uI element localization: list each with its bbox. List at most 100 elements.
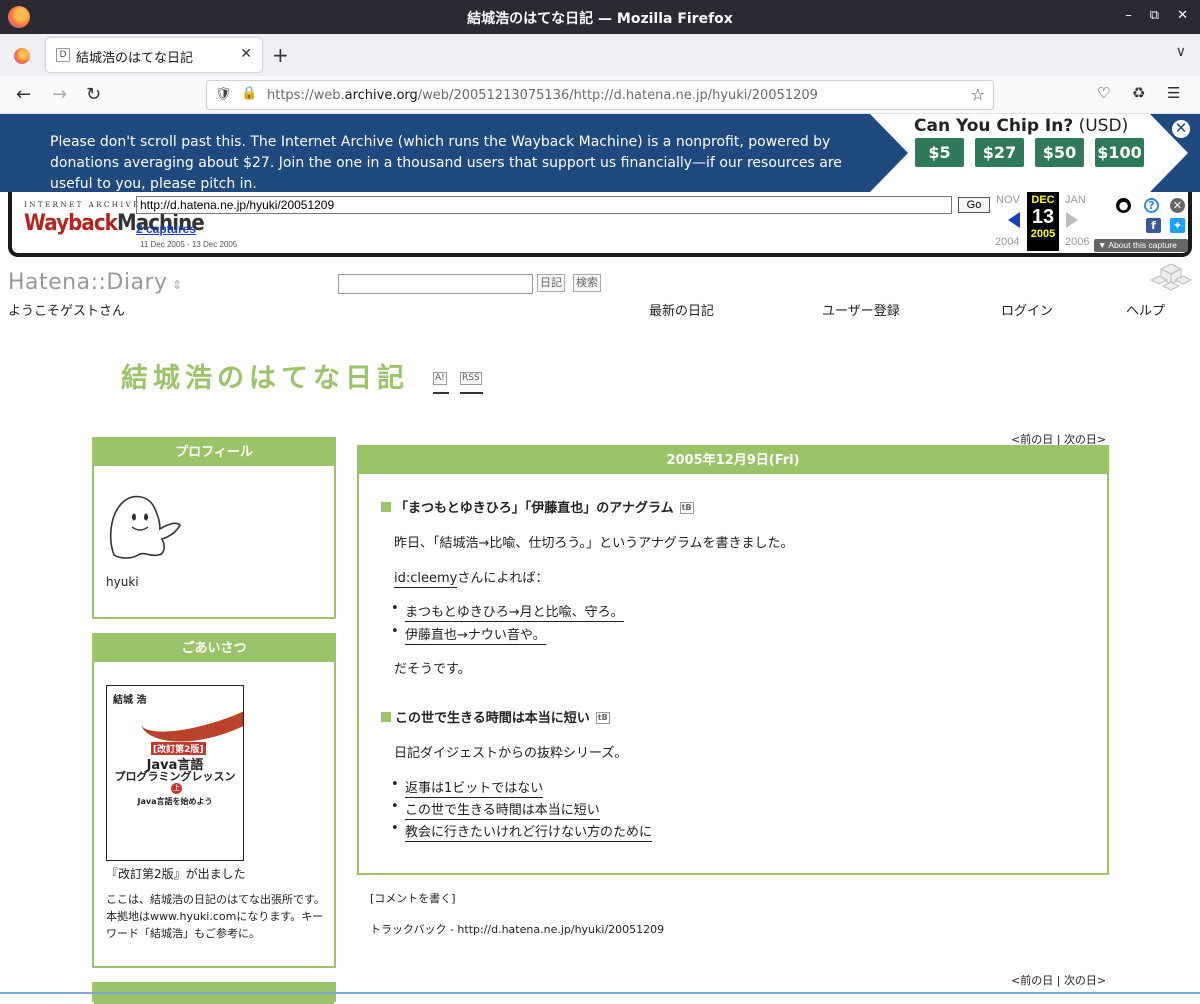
close-toolbar-icon[interactable]: ✕ [1170, 198, 1185, 213]
profile-ghost-icon[interactable] [106, 489, 184, 563]
greeting-header: ごあいさつ [94, 635, 334, 662]
capture-range: 11 Dec 2005 - 13 Dec 2005 [140, 240, 238, 249]
prev-capture-arrow-icon[interactable] [1008, 212, 1020, 228]
navigation-bar: ← → ↻ 🛡 🔒 https://web.archive.org/web/20… [0, 76, 1200, 114]
next-year: 2006 [1065, 236, 1090, 248]
list-item: 返事は1ビットではない [391, 777, 544, 798]
section-square-icon[interactable] [381, 502, 391, 512]
search-input[interactable] [338, 274, 533, 294]
firefox-icon [14, 48, 30, 64]
donation-banner: Please don't scroll past this. The Inter… [0, 114, 1200, 192]
prev-year[interactable]: 2004 [995, 236, 1019, 248]
back-arrow-icon[interactable]: ← [16, 84, 31, 105]
current-capture-date: DEC 13 2005 [1027, 192, 1059, 251]
list-item: まつもとゆきひろ→月と比喩、守ろ。 [391, 601, 624, 622]
window-controls: – ⧉ ✕ [1125, 8, 1188, 23]
chevron-updown-icon: ⇕ [167, 278, 183, 292]
antenna-button[interactable]: A! [433, 372, 447, 385]
menu-icon[interactable]: ☰ [1167, 84, 1180, 102]
donate-5-button[interactable]: $5 [915, 138, 964, 167]
shield-icon[interactable]: 🛡 [215, 87, 232, 102]
diary-search-button[interactable]: 日記 [537, 274, 565, 292]
help-icon[interactable]: ? [1144, 198, 1159, 213]
pinned-tab[interactable] [8, 42, 36, 70]
entry-date[interactable]: 2005年12月9日(Fri) [359, 447, 1107, 474]
profile-box: プロフィール hyuki [92, 437, 336, 619]
restore-icon[interactable]: ⧉ [1150, 8, 1159, 23]
tab-close-icon[interactable]: ✕ [240, 46, 252, 62]
wayback-go-button[interactable]: Go [958, 197, 990, 213]
section1-paragraph3: だそうです。 [394, 662, 471, 677]
window-title: 結城浩のはてな日記 — Mozilla Firefox [467, 11, 733, 27]
rss-button[interactable]: RSS [460, 372, 482, 385]
list-item: 教会に行きたいけれど行けない方のために [391, 821, 653, 842]
twitter-icon[interactable]: ✦ [1170, 218, 1185, 233]
lock-icon[interactable]: 🔒 [241, 86, 257, 101]
hatena-diary-logo[interactable]: Hatena::Diary ⇕ [8, 270, 182, 295]
book-caption: 『改訂第2版』が出ました [106, 867, 246, 881]
donate-27-button[interactable]: $27 [975, 138, 1024, 167]
tab-list-chevron-icon[interactable]: ∨ [1176, 44, 1186, 60]
section2-paragraph: 日記ダイジェストからの抜粋シリーズ。 [394, 746, 628, 761]
donate-100-button[interactable]: $100 [1095, 138, 1144, 167]
wayback-logo-top: INTERNET ARCHIVE [24, 201, 141, 209]
minimize-icon[interactable]: – [1125, 8, 1132, 23]
user-icon[interactable]: ● [1116, 198, 1131, 213]
nav-login[interactable]: ログイン [1001, 300, 1053, 319]
greeting-text-body: ここは、結城浩の日記のはてな出張所です。本拠地はwww.hyuki.comになり… [106, 893, 325, 940]
tab-bar: D 結城浩のはてな日記 ✕ + ∨ [0, 34, 1200, 76]
bookmark-star-icon[interactable]: ☆ [971, 85, 985, 104]
extensions-icon[interactable]: ♻ [1132, 84, 1145, 102]
donation-message: Please don't scroll past this. The Inter… [50, 134, 842, 192]
favicon-icon: D [56, 48, 70, 62]
section2-title: この世で生きる時間は本当に短い tB [381, 707, 610, 726]
search-button[interactable]: 検索 [573, 274, 601, 292]
tab-label: 結城浩のはてな日記 [76, 51, 194, 66]
profile-header: プロフィール [94, 439, 334, 466]
prev-day-link[interactable]: <前の日 [1011, 974, 1053, 987]
hatena-bookmark-icon[interactable]: tB [679, 502, 694, 514]
list-item: この世で生きる時間は本当に短い [391, 799, 600, 820]
greeting-box: ごあいさつ 結城 浩 [改訂第2版] Java言語 プログラミングレッスン 上 … [92, 633, 336, 968]
comment-link[interactable]: [コメントを書く] [370, 890, 456, 906]
section1-paragraph2: id:cleemyさんによれば： [394, 571, 549, 588]
url-text[interactable]: https://web.archive.org/web/200512130751… [267, 88, 818, 103]
profile-username[interactable]: hyuki [106, 575, 139, 589]
next-capture-arrow-icon [1066, 212, 1078, 228]
diary-entry: 2005年12月9日(Fri) 「まつもとゆきひろ」「伊藤直也」のアナグラム tB… [357, 445, 1109, 875]
next-day-link[interactable]: 次の日> [1064, 974, 1106, 987]
section1-title: 「まつもとゆきひろ」「伊藤直也」のアナグラム tB [381, 497, 694, 516]
hatena-cubes-icon [1150, 263, 1192, 291]
next-month: JAN [1065, 194, 1086, 206]
list-item: 伊藤直也→ナウい音や。 [391, 624, 546, 645]
diary-title[interactable]: 結城浩のはてな日記 [121, 356, 409, 395]
tab-active[interactable]: D 結城浩のはてな日記 ✕ [46, 38, 262, 72]
new-tab-icon[interactable]: + [272, 43, 289, 67]
url-bar[interactable]: 🛡 🔒 https://web.archive.org/web/20051213… [206, 80, 994, 110]
section-square-icon[interactable] [381, 712, 391, 722]
about-capture-button[interactable]: ▼ About this capture [1094, 239, 1188, 252]
day-navigation-bottom: <前の日 | 次の日> [1011, 974, 1107, 987]
nav-register[interactable]: ユーザー登録 [822, 300, 900, 319]
donation-heading: Can You Chip In? (USD) [914, 116, 1129, 136]
window-titlebar: 結城浩のはてな日記 — Mozilla Firefox – ⧉ ✕ [0, 0, 1200, 34]
cleemy-link[interactable]: id:cleemy [394, 571, 458, 588]
prev-month[interactable]: NOV [996, 194, 1020, 206]
wayback-url-input[interactable]: http://d.hatena.ne.jp/hyuki/20051209 [136, 196, 952, 214]
banner-close-icon[interactable]: ✕ [1170, 118, 1192, 140]
book-cover-image[interactable]: 結城 浩 [改訂第2版] Java言語 プログラミングレッスン 上 Java言語… [106, 685, 244, 861]
forward-arrow-icon[interactable]: → [52, 84, 67, 105]
captures-link[interactable]: 2 captures [136, 222, 196, 236]
reload-icon[interactable]: ↻ [86, 84, 101, 105]
close-window-icon[interactable]: ✕ [1177, 8, 1188, 23]
section1-paragraph: 昨日、「結城浩→比喩、仕切ろう。」というアナグラムを書きました。 [394, 536, 794, 551]
facebook-icon[interactable]: f [1146, 218, 1161, 233]
pocket-icon[interactable]: ♡ [1097, 84, 1110, 102]
wayback-toolbar: INTERNET ARCHIVE WaybackMachine http://d… [8, 192, 1192, 257]
donate-50-button[interactable]: $50 [1035, 138, 1084, 167]
greeting-text: ようこそゲストさん [8, 304, 126, 319]
trackback-text: トラックバック - http://d.hatena.ne.jp/hyuki/20… [370, 923, 665, 936]
nav-latest[interactable]: 最新の日記 [649, 300, 714, 319]
hatena-bookmark-icon[interactable]: tB [595, 712, 610, 724]
nav-help[interactable]: ヘルプ [1126, 300, 1165, 319]
